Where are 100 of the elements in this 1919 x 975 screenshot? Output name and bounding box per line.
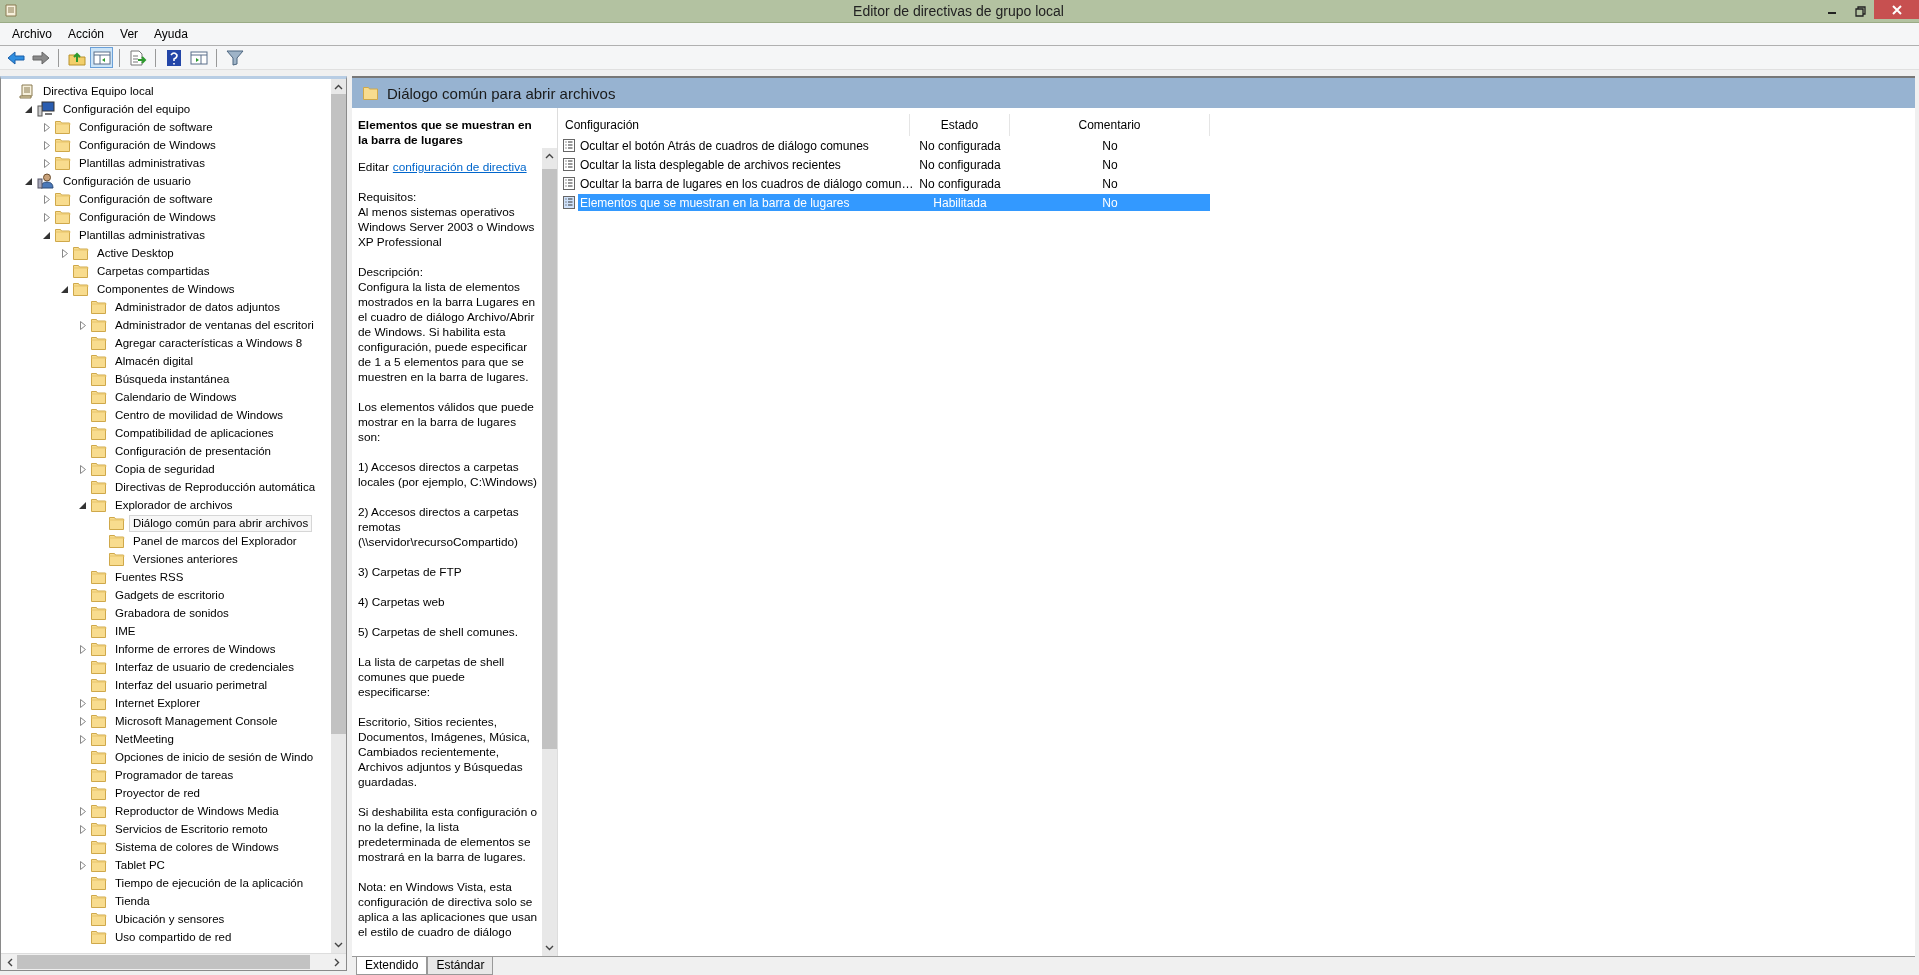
tree-item[interactable]: Microsoft Management Console [111,712,282,730]
scroll-up-icon[interactable] [545,153,554,159]
restore-icon [1854,5,1866,17]
tree-item[interactable]: Calendario de Windows [111,388,241,406]
tree-item[interactable]: Sistema de colores de Windows [111,838,283,856]
tree-item[interactable]: Fuentes RSS [111,568,188,586]
table-row[interactable]: Ocultar la lista desplegable de archivos recientes No configurada No [578,156,1210,173]
tree-item[interactable]: Configuración de Windows [75,208,220,226]
tree-item[interactable]: Directiva Equipo local [39,82,158,100]
tree-item[interactable]: Grabadora de sonidos [111,604,233,622]
view-tab[interactable]: Extendido [356,957,428,975]
setting-comment: No [1101,157,1119,172]
setting-state: Habilitada [932,195,988,210]
tree-item[interactable]: Explorador de archivos [111,496,237,514]
collapse-arrow-icon[interactable] [61,284,69,294]
expand-arrow-icon[interactable] [79,860,87,870]
filter-button[interactable] [223,47,246,68]
menu-item[interactable]: Ver [112,27,147,41]
tree-item[interactable]: Versiones anteriores [129,550,242,568]
expand-arrow-icon[interactable] [79,320,87,330]
scroll-left-icon[interactable] [7,957,13,967]
column-header[interactable]: Comentario [1010,114,1210,136]
tree-item[interactable]: Proyector de red [111,784,204,802]
tree-item[interactable]: Carpetas compartidas [93,262,214,280]
edit-policy-link[interactable]: configuración de directiva [392,160,527,175]
tree-item[interactable]: Administrador de datos adjuntos [111,298,284,316]
tree-item[interactable]: NetMeeting [111,730,178,748]
expand-arrow-icon[interactable] [79,464,87,474]
tree-item[interactable]: Programador de tareas [111,766,238,784]
tree-item[interactable]: Configuración del equipo [59,100,195,118]
tree-item[interactable]: Configuración de software [75,190,217,208]
tree-item[interactable]: Active Desktop [93,244,178,262]
tree-item[interactable]: Internet Explorer [111,694,204,712]
close-icon [1891,4,1902,15]
folder-icon [91,642,107,656]
scroll-down-icon[interactable] [545,945,554,951]
tree-item[interactable]: Uso compartido de red [111,928,236,946]
folder-icon [91,480,107,494]
tree-item[interactable]: Componentes de Windows [93,280,239,298]
tree-item[interactable]: Agregar características a Windows 8 [111,334,307,352]
column-header[interactable]: Estado [910,114,1010,136]
tree-item[interactable]: Informe de errores de Windows [111,640,280,658]
description-paragraph: Nota: en Windows Vista, esta configuración de directiva solo se aplica a las aplicaciones que usan el estilo de cuadro de diálogo [358,880,538,940]
panel-toggle-button[interactable] [90,47,113,68]
tree-item[interactable]: Configuración de presentación [111,442,275,460]
tree-item[interactable]: Interfaz de usuario de credenciales [111,658,298,676]
tree-item[interactable]: Tablet PC [111,856,169,874]
menu-item[interactable]: Ayuda [146,27,196,41]
tree-item[interactable]: Configuración de Windows [75,136,220,154]
horizontal-scrollbar[interactable] [1,953,346,970]
folder-icon [91,318,107,332]
tree-item[interactable]: Plantillas administrativas [75,226,209,244]
tree-item[interactable]: Tienda [111,892,154,910]
tree-item[interactable]: Administrador de ventanas del escritori [111,316,318,334]
tree-item[interactable]: Panel de marcos del Explorador [129,532,301,550]
expand-arrow-icon[interactable] [61,248,69,258]
view-tab[interactable]: Estándar [427,957,494,975]
tree-item[interactable]: Directivas de Reproducción automática [111,478,320,496]
tree-item[interactable]: Diálogo común para abrir archivos [129,514,313,532]
tree-item[interactable]: Reproductor de Windows Media [111,802,283,820]
tree-item[interactable]: Tiempo de ejecución de la aplicación [111,874,308,892]
scrollbar[interactable] [331,79,346,953]
tree-item[interactable]: IME [111,622,140,640]
folder-icon [91,588,107,602]
tree-item[interactable]: Almacén digital [111,352,197,370]
tree-item[interactable]: Centro de movilidad de Windows [111,406,288,424]
tree-item[interactable]: Servicios de Escritorio remoto [111,820,272,838]
table-row[interactable]: Ocultar el botón Atrás de cuadros de diálogo comunes No configurada No [578,137,1210,154]
scroll-down-icon[interactable] [334,942,343,948]
collapse-arrow-icon[interactable] [43,230,51,240]
folder-icon [91,912,107,926]
tree-item[interactable]: Compatibilidad de aplicaciones [111,424,278,442]
tree-item[interactable]: Plantillas administrativas [75,154,209,172]
tree-item[interactable]: Copia de seguridad [111,460,219,478]
collapse-arrow-icon[interactable] [79,500,87,510]
table-row[interactable]: Ocultar la barra de lugares en los cuadros de diálogo comun… No configurada No [578,175,1210,192]
menu-item[interactable]: Acción [60,27,113,41]
description-paragraph: 5) Carpetas de shell comunes. [358,625,519,640]
tree-item[interactable]: Interfaz del usuario perimetral [111,676,272,694]
expand-arrow-icon[interactable] [79,644,87,654]
tree-item[interactable]: Configuración de software [75,118,217,136]
tree-item[interactable]: Búsqueda instantánea [111,370,234,388]
collapse-arrow-icon[interactable] [25,104,33,114]
scroll-up-icon[interactable] [334,84,343,90]
column-header[interactable]: Configuración [561,114,910,136]
setting-state: No configurada [918,176,1002,191]
tree-item[interactable]: Gadgets de escritorio [111,586,229,604]
user-icon [37,173,55,189]
tree-item[interactable]: Configuración de usuario [59,172,195,190]
folder-icon [363,86,379,100]
tree-item[interactable]: Opciones de inicio de sesión de Windo [111,748,318,766]
tree-item[interactable]: Ubicación y sensores [111,910,229,928]
policy-setting-icon [563,139,575,152]
folder-icon [91,804,107,818]
scroll-right-icon[interactable] [334,957,340,967]
menu-item[interactable]: Archivo [4,27,60,41]
close-button[interactable] [1874,0,1919,19]
scrollbar[interactable] [542,148,557,956]
collapse-arrow-icon[interactable] [25,176,33,186]
folder-icon [55,156,71,170]
